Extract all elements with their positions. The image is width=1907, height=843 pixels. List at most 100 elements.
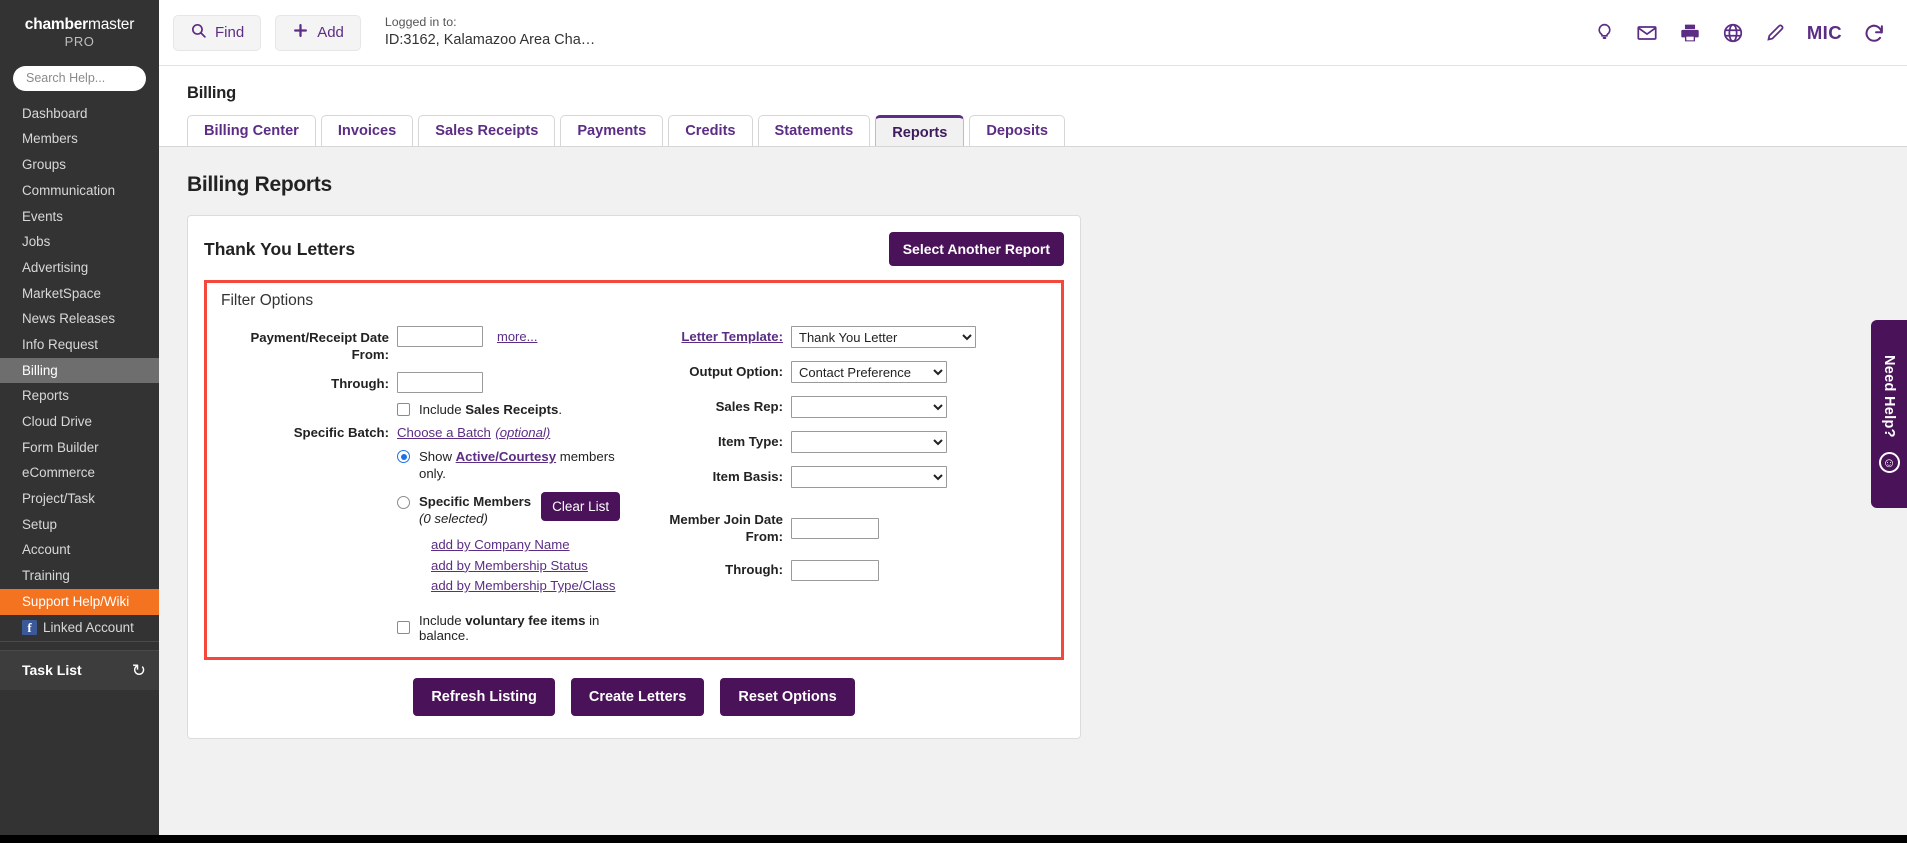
include-voluntary-bold: voluntary fee items xyxy=(465,613,585,628)
sidebar-item-dashboard[interactable]: Dashboard xyxy=(0,101,159,127)
specific-members-radio[interactable] xyxy=(397,496,410,509)
show-active-courtesy-row: Show Active/Courtesy members only. xyxy=(397,448,625,482)
specific-members-row: Specific Members (0 selected) Clear List xyxy=(397,494,625,527)
find-button[interactable]: Find xyxy=(173,15,261,51)
item-basis-row: Item Basis: xyxy=(633,466,1047,488)
filter-right-column: Letter Template: Thank You Letter Output… xyxy=(625,326,1047,643)
add-by-membership-status-link[interactable]: add by Membership Status xyxy=(431,556,625,576)
task-list-label: Task List xyxy=(22,662,82,678)
logged-in-value: ID:3162, Kalamazoo Area Cha… xyxy=(385,31,595,51)
sales-rep-label: Sales Rep: xyxy=(633,399,791,416)
active-courtesy-link[interactable]: Active/Courtesy xyxy=(456,449,556,464)
application-window: chambermaster PRO Dashboard Members Grou… xyxy=(0,0,1907,843)
choose-batch-optional: (optional) xyxy=(495,425,550,440)
select-another-report-button[interactable]: Select Another Report xyxy=(889,232,1064,266)
output-option-select[interactable]: Contact Preference xyxy=(791,361,947,383)
add-by-membership-type-class-link[interactable]: add by Membership Type/Class xyxy=(431,576,625,596)
sidebar-item-communication[interactable]: Communication xyxy=(0,178,159,204)
sidebar-item-jobs[interactable]: Jobs xyxy=(0,229,159,255)
sidebar-item-account[interactable]: Account xyxy=(0,537,159,563)
filter-columns: Payment/Receipt Date From: more... Throu… xyxy=(221,326,1047,643)
panel-header: Thank You Letters Select Another Report xyxy=(204,230,1064,280)
panel-action-buttons: Refresh Listing Create Letters Reset Opt… xyxy=(204,678,1064,716)
task-list-bar[interactable]: Task List ↻ xyxy=(0,650,159,690)
member-join-from-label: Member Join Date From: xyxy=(633,512,791,545)
create-letters-button[interactable]: Create Letters xyxy=(571,678,705,716)
sidebar-item-events[interactable]: Events xyxy=(0,204,159,230)
letter-template-link[interactable]: Letter Template: xyxy=(681,329,783,344)
specific-members-count: (0 selected) xyxy=(419,511,531,528)
choose-batch-link[interactable]: Choose a Batch xyxy=(397,425,491,440)
include-sales-receipts-bold: Sales Receipts xyxy=(465,402,558,417)
payment-date-through-row: Through: xyxy=(221,372,625,393)
task-list-refresh-icon[interactable]: ↻ xyxy=(132,662,146,679)
sidebar-item-training[interactable]: Training xyxy=(0,563,159,589)
sidebar-item-advertising[interactable]: Advertising xyxy=(0,255,159,281)
tab-reports[interactable]: Reports xyxy=(875,115,964,146)
lightbulb-icon[interactable] xyxy=(1594,22,1615,43)
sidebar-item-setup[interactable]: Setup xyxy=(0,512,159,538)
sidebar-item-project-task[interactable]: Project/Task xyxy=(0,486,159,512)
add-by-company-name-link[interactable]: add by Company Name xyxy=(431,535,625,555)
include-voluntary-checkbox[interactable] xyxy=(397,621,410,634)
payment-date-from-label: Payment/Receipt Date From: xyxy=(221,326,397,363)
sidebar-item-linked-account[interactable]: f Linked Account xyxy=(0,615,159,642)
item-basis-select[interactable] xyxy=(791,466,947,488)
reset-options-button[interactable]: Reset Options xyxy=(720,678,854,716)
search-help-input[interactable] xyxy=(13,66,146,91)
letter-template-select[interactable]: Thank You Letter xyxy=(791,326,976,348)
clear-list-button[interactable]: Clear List xyxy=(541,492,620,521)
sidebar-item-ecommerce[interactable]: eCommerce xyxy=(0,460,159,486)
include-sales-receipts-row: Include Sales Receipts. xyxy=(397,402,625,417)
include-voluntary-prefix: Include xyxy=(419,613,465,628)
billing-tabs: Billing Center Invoices Sales Receipts P… xyxy=(159,103,1907,146)
sidebar-item-groups[interactable]: Groups xyxy=(0,152,159,178)
toolbar-icons: MIC xyxy=(1594,22,1889,44)
add-by-links: add by Company Name add by Membership St… xyxy=(431,535,625,596)
add-button[interactable]: Add xyxy=(275,15,361,51)
payment-date-through-input[interactable] xyxy=(397,372,483,393)
include-sales-receipts-label: Include Sales Receipts. xyxy=(419,402,562,417)
sales-rep-select[interactable] xyxy=(791,396,947,418)
sidebar-item-form-builder[interactable]: Form Builder xyxy=(0,435,159,461)
sidebar-item-news-releases[interactable]: News Releases xyxy=(0,306,159,332)
tab-payments[interactable]: Payments xyxy=(560,115,663,146)
refresh-listing-button[interactable]: Refresh Listing xyxy=(413,678,555,716)
refresh-icon[interactable] xyxy=(1863,22,1885,44)
item-type-select[interactable] xyxy=(791,431,947,453)
sidebar-item-support-help-wiki[interactable]: Support Help/Wiki xyxy=(0,589,159,615)
printer-icon[interactable] xyxy=(1679,22,1701,44)
sidebar-item-reports[interactable]: Reports xyxy=(0,383,159,409)
need-help-tab[interactable]: Need Help? ☺ xyxy=(1871,320,1907,508)
more-link[interactable]: more... xyxy=(497,326,537,344)
report-name: Thank You Letters xyxy=(204,239,355,260)
page-header: Billing xyxy=(159,66,1907,103)
mic-button[interactable]: MIC xyxy=(1807,22,1842,44)
tab-billing-center[interactable]: Billing Center xyxy=(187,115,316,146)
sidebar-item-cloud-drive[interactable]: Cloud Drive xyxy=(0,409,159,435)
envelope-icon[interactable] xyxy=(1636,22,1658,44)
payment-date-from-input[interactable] xyxy=(397,326,483,347)
tab-deposits[interactable]: Deposits xyxy=(969,115,1065,146)
tab-statements[interactable]: Statements xyxy=(758,115,871,146)
show-active-courtesy-radio[interactable] xyxy=(397,450,410,463)
member-join-through-input[interactable] xyxy=(791,560,879,581)
sidebar-item-billing[interactable]: Billing xyxy=(0,358,159,384)
globe-icon[interactable] xyxy=(1722,22,1744,44)
tab-credits[interactable]: Credits xyxy=(668,115,752,146)
letter-template-label: Letter Template: xyxy=(633,329,791,346)
include-sales-receipts-checkbox[interactable] xyxy=(397,403,410,416)
tab-sales-receipts[interactable]: Sales Receipts xyxy=(418,115,555,146)
tab-invoices[interactable]: Invoices xyxy=(321,115,413,146)
include-voluntary-row: Include voluntary fee items in balance. xyxy=(397,613,625,643)
brand-logo: chambermaster PRO xyxy=(0,0,159,60)
member-join-from-input[interactable] xyxy=(791,518,879,539)
sidebar-item-info-request[interactable]: Info Request xyxy=(0,332,159,358)
sidebar-item-marketspace[interactable]: MarketSpace xyxy=(0,281,159,307)
item-basis-label: Item Basis: xyxy=(633,469,791,486)
sidebar-item-members[interactable]: Members xyxy=(0,126,159,152)
member-join-through-row: Through: xyxy=(633,560,1047,581)
pencil-icon[interactable] xyxy=(1765,22,1786,43)
show-active-courtesy-label: Show Active/Courtesy members only. xyxy=(419,448,625,482)
find-label: Find xyxy=(215,24,244,41)
